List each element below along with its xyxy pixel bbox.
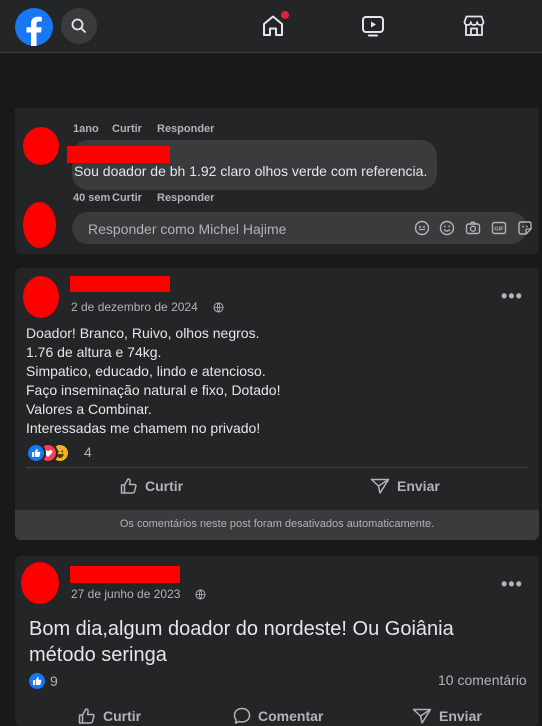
post-line: Faço inseminação natural e fixo, Dotado! — [26, 382, 281, 398]
gif-icon[interactable]: GIF — [490, 219, 508, 237]
emoji-icon[interactable] — [438, 219, 456, 237]
post-line: método seringa — [29, 644, 167, 666]
like-reaction-icon — [26, 443, 46, 463]
post-body: Bom dia,algum doador do nordeste! Ou Goi… — [29, 616, 529, 668]
post-card: 2 de dezembro de 2024 ••• Doador! Branco… — [15, 268, 539, 540]
post-line: Doador! Branco, Ruivo, olhos negros. — [26, 325, 260, 341]
camera-icon[interactable] — [464, 219, 482, 237]
send-button[interactable]: Enviar — [412, 706, 502, 726]
comment-bubble: Sou doador de bh 1.92 claro olhos verde … — [67, 140, 437, 190]
redacted-name — [67, 146, 170, 163]
send-button[interactable]: Enviar — [370, 476, 460, 496]
like-reaction-icon[interactable] — [27, 671, 47, 691]
top-navigation-bar — [0, 0, 542, 53]
facebook-f-glyph — [26, 16, 42, 46]
comment-like-link[interactable]: Curtir — [112, 192, 142, 204]
reaction-count: 9 — [50, 673, 58, 689]
send-icon — [412, 708, 432, 724]
post-line: Interessadas me chamem no privado! — [26, 420, 261, 436]
comments-disabled-text: Os comentários neste post foram desativa… — [119, 518, 435, 530]
post-date[interactable]: 27 de junho de 2023 — [71, 587, 180, 601]
post-date[interactable]: 2 de dezembro de 2024 — [71, 300, 198, 314]
like-button[interactable]: Curtir — [77, 706, 167, 726]
post-line: 1.76 de altura e 74kg. — [26, 344, 162, 360]
home-notification-dot — [281, 11, 289, 19]
comment-age: 1ano — [73, 123, 99, 135]
more-options-button[interactable]: ••• — [501, 286, 523, 307]
watch-icon[interactable] — [359, 12, 387, 40]
globe-icon — [213, 302, 224, 313]
send-label: Enviar — [397, 478, 440, 494]
comment-icon — [233, 707, 251, 724]
comment-reply-link[interactable]: Responder — [157, 123, 214, 135]
globe-icon — [195, 589, 206, 600]
comments-card: 1ano Curtir Responder Sou doador de bh 1… — [15, 108, 539, 254]
feed-background — [0, 53, 542, 108]
send-label: Enviar — [439, 708, 482, 724]
sticker-icon[interactable] — [516, 219, 534, 237]
comment-age: 40 sem — [73, 192, 111, 204]
comments-disabled-notice: Os comentários neste post foram desativa… — [15, 510, 539, 540]
comment-count-link[interactable]: 10 comentário — [438, 672, 527, 688]
divider — [26, 467, 528, 468]
like-label: Curtir — [103, 708, 142, 724]
comment-like-link[interactable]: Curtir — [112, 123, 142, 135]
reactions-summary[interactable] — [26, 443, 86, 463]
like-label: Curtir — [145, 478, 184, 494]
comment-button[interactable]: Comentar — [232, 706, 342, 726]
avatar[interactable] — [23, 276, 59, 318]
thumbs-up-icon — [120, 478, 137, 494]
avatar[interactable] — [21, 562, 59, 604]
post-body: Doador! Branco, Ruivo, olhos negros. 1.7… — [26, 324, 526, 438]
facebook-logo[interactable] — [15, 8, 53, 46]
avatar-sticker-icon[interactable] — [413, 219, 431, 237]
comment-reply-link[interactable]: Responder — [157, 192, 214, 204]
like-button[interactable]: Curtir — [119, 476, 209, 496]
thumbs-up-icon — [78, 708, 95, 724]
comment-label: Comentar — [258, 708, 324, 724]
reaction-count: 4 — [84, 444, 92, 460]
search-button[interactable] — [61, 8, 97, 44]
post-line: Simpatico, educado, lindo e atencioso. — [26, 363, 266, 379]
avatar[interactable] — [23, 127, 59, 165]
search-icon — [71, 18, 86, 33]
redacted-name — [70, 566, 180, 583]
reply-placeholder: Responder como Michel Hajime — [88, 221, 287, 237]
more-options-button[interactable]: ••• — [501, 574, 523, 595]
send-icon — [370, 478, 390, 494]
redacted-name — [70, 276, 170, 292]
reply-input[interactable]: Responder como Michel Hajime GIF — [72, 212, 532, 244]
marketplace-icon[interactable] — [460, 12, 488, 40]
comment-text: Sou doador de bh 1.92 claro olhos verde … — [74, 163, 428, 179]
post-line: Valores a Combinar. — [26, 401, 152, 417]
post-line: Bom dia,algum doador do nordeste! Ou Goi… — [29, 618, 454, 640]
svg-text:GIF: GIF — [494, 227, 504, 233]
avatar[interactable] — [23, 202, 56, 248]
post-card: 27 de junho de 2023 ••• Bom dia,algum do… — [15, 556, 539, 726]
